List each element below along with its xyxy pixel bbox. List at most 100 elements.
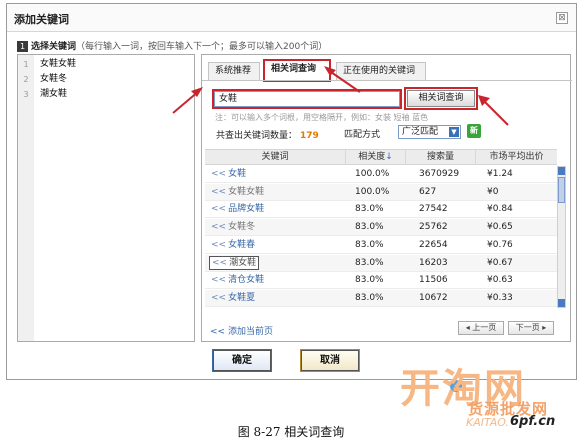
line-number: 3 — [18, 87, 34, 102]
table-row[interactable]: << 女鞋夏 83.0% 10672 ¥0.33 — [205, 289, 557, 307]
row-relevance: 83.0% — [355, 292, 384, 303]
next-page-button[interactable]: 下一页 ▸ — [508, 321, 554, 335]
figure-caption: 图 8-27 相关词查询 — [237, 425, 345, 439]
row-search-volume: 11506 — [419, 275, 448, 286]
row-keyword[interactable]: << 女鞋 — [211, 166, 246, 183]
row-avg-price: ¥0.33 — [487, 292, 513, 303]
close-icon[interactable]: ⊠ — [556, 12, 568, 24]
confirm-button[interactable]: 确定 — [212, 349, 272, 372]
add-keyword-icon[interactable]: << — [211, 222, 226, 232]
table-row[interactable]: << 品牌女鞋 83.0% 27542 ¥0.84 — [205, 201, 557, 219]
row-search-volume: 16203 — [419, 257, 448, 268]
table-row[interactable]: << 女鞋春 83.0% 22654 ¥0.76 — [205, 237, 557, 254]
row-avg-price: ¥0.84 — [487, 204, 513, 215]
table-row[interactable]: << 女鞋女鞋 100.0% 627 ¥0 — [205, 183, 557, 201]
row-keyword-text: 女鞋 — [228, 169, 247, 179]
section-title: 选择关键词 — [31, 42, 77, 52]
keyword-search-input[interactable]: 女鞋 — [212, 89, 402, 109]
scroll-thumb[interactable] — [558, 177, 565, 203]
row-relevance: 83.0% — [355, 257, 384, 268]
search-tip: 注：可以输入多个词根，用空格隔开，例如：女装 短袖 蓝色 — [215, 113, 429, 122]
keyword-line-text: 潮女鞋 — [40, 89, 68, 99]
result-count-label: 共查出关键词数量： — [216, 131, 298, 141]
site-watermark: 开淘网 货源批发网 KAITAO. 6pf.cn — [398, 356, 578, 429]
row-relevance: 83.0% — [355, 222, 384, 233]
row-avg-price: ¥0 — [487, 186, 499, 197]
row-avg-price: ¥0.67 — [487, 257, 513, 268]
dialog-title: 添加关键词 — [14, 13, 69, 26]
step-number: 1 — [17, 41, 28, 52]
col-relevance[interactable]: 相关度↓ — [345, 150, 405, 165]
scroll-up-icon[interactable] — [558, 167, 565, 175]
row-keyword[interactable]: << 女鞋冬 — [211, 219, 255, 236]
add-keyword-dialog: 添加关键词 ⊠ 1 选择关键词（每行输入一词，按回车输入下一个；最多可以输入200… — [6, 3, 577, 380]
add-keyword-icon[interactable]: << — [211, 187, 226, 197]
tab-system-recommend[interactable]: 系统推荐 — [208, 62, 260, 80]
add-keyword-icon[interactable]: << — [211, 169, 226, 179]
row-search-volume: 22654 — [419, 239, 448, 250]
keyword-line[interactable]: 1 女鞋女鞋 — [18, 57, 194, 72]
annotation-arrow-tab — [324, 66, 361, 93]
table-row[interactable]: << 潮女鞋 83.0% 16203 ¥0.67 — [205, 254, 557, 272]
section-label: 1 选择关键词（每行输入一词，按回车输入下一个；最多可以输入200个词） — [17, 39, 327, 52]
col-keyword[interactable]: 关键词 — [205, 150, 345, 165]
add-current-page-link[interactable]: << 添加当前页 — [210, 324, 273, 337]
table-row[interactable]: << 清仓女鞋 83.0% 11506 ¥0.63 — [205, 272, 557, 290]
row-keyword-text: 女鞋冬 — [228, 222, 256, 233]
scroll-down-icon[interactable] — [558, 299, 565, 307]
keyword-line[interactable]: 3 潮女鞋 — [18, 87, 194, 102]
add-keyword-icon[interactable]: << — [211, 293, 226, 303]
col-search-volume[interactable]: 搜索量 — [405, 150, 475, 165]
keyword-editor[interactable]: 1 女鞋女鞋 2 女鞋冬 3 潮女鞋 — [17, 54, 195, 342]
add-keyword-icon[interactable]: << — [211, 275, 226, 285]
row-search-volume: 27542 — [419, 204, 448, 215]
cancel-button[interactable]: 取消 — [300, 349, 360, 372]
table-row[interactable]: << 女鞋 100.0% 3670929 ¥1.24 — [205, 166, 557, 183]
annotation-arrow-button — [478, 95, 509, 126]
row-search-volume: 627 — [419, 186, 437, 197]
chevron-down-icon: ▼ — [449, 127, 459, 137]
row-keyword[interactable]: << 潮女鞋 — [209, 255, 260, 270]
row-keyword[interactable]: << 女鞋夏 — [211, 290, 255, 307]
result-count-value: 179 — [300, 131, 319, 141]
row-keyword[interactable]: << 品牌女鞋 — [211, 201, 264, 218]
row-keyword[interactable]: << 女鞋春 — [211, 237, 255, 254]
table-header: 关键词 相关度↓ 搜索量 市场平均出价 — [205, 149, 557, 165]
row-keyword[interactable]: << 女鞋女鞋 — [211, 184, 264, 201]
result-count: 共查出关键词数量： 179 — [216, 128, 319, 141]
match-type-select[interactable]: 广泛匹配 ▼ — [398, 125, 461, 139]
dialog-titlebar: 添加关键词 ⊠ — [7, 4, 576, 32]
row-keyword-text: 清仓女鞋 — [228, 275, 265, 286]
annotation-arrow-input — [172, 87, 203, 114]
line-number: 1 — [18, 57, 34, 72]
add-keyword-icon[interactable]: << — [211, 204, 226, 214]
row-keyword-text: 女鞋女鞋 — [228, 186, 265, 197]
tab-divider — [202, 80, 572, 81]
prev-page-button[interactable]: ◂ 上一页 — [458, 321, 504, 335]
table-scrollbar[interactable] — [557, 166, 566, 308]
row-avg-price: ¥0.65 — [487, 222, 513, 233]
row-search-volume: 25762 — [419, 222, 448, 233]
keyword-line-text: 女鞋女鞋 — [40, 59, 77, 69]
line-number: 2 — [18, 72, 34, 87]
keyword-line[interactable]: 2 女鞋冬 — [18, 72, 194, 87]
row-avg-price: ¥1.24 — [487, 169, 513, 179]
add-keyword-icon[interactable]: << — [212, 258, 227, 268]
add-keyword-icon[interactable]: << — [211, 240, 226, 250]
keyword-panel: 系统推荐 相关词查询 正在使用的关键词 女鞋 相关词查询 注：可以输入多个词根，… — [201, 54, 572, 342]
col-avg-price[interactable]: 市场平均出价 — [475, 150, 557, 165]
row-relevance: 83.0% — [355, 204, 384, 215]
match-type-label: 匹配方式 — [344, 130, 381, 140]
sort-down-icon: ↓ — [385, 152, 393, 162]
row-avg-price: ¥0.76 — [487, 239, 513, 250]
row-relevance: 83.0% — [355, 239, 384, 250]
row-keyword-text: 女鞋春 — [228, 239, 256, 250]
row-keyword[interactable]: << 清仓女鞋 — [211, 272, 264, 289]
row-keyword-text: 潮女鞋 — [229, 257, 257, 268]
related-search-button[interactable]: 相关词查询 — [404, 87, 478, 110]
row-search-volume: 10672 — [419, 292, 448, 303]
table-row[interactable]: << 女鞋冬 83.0% 25762 ¥0.65 — [205, 219, 557, 237]
row-avg-price: ¥0.63 — [487, 275, 513, 286]
tab-related-search[interactable]: 相关词查询 — [263, 59, 331, 82]
section-hint: （每行输入一词，按回车输入下一个；最多可以输入200个词） — [76, 42, 328, 52]
